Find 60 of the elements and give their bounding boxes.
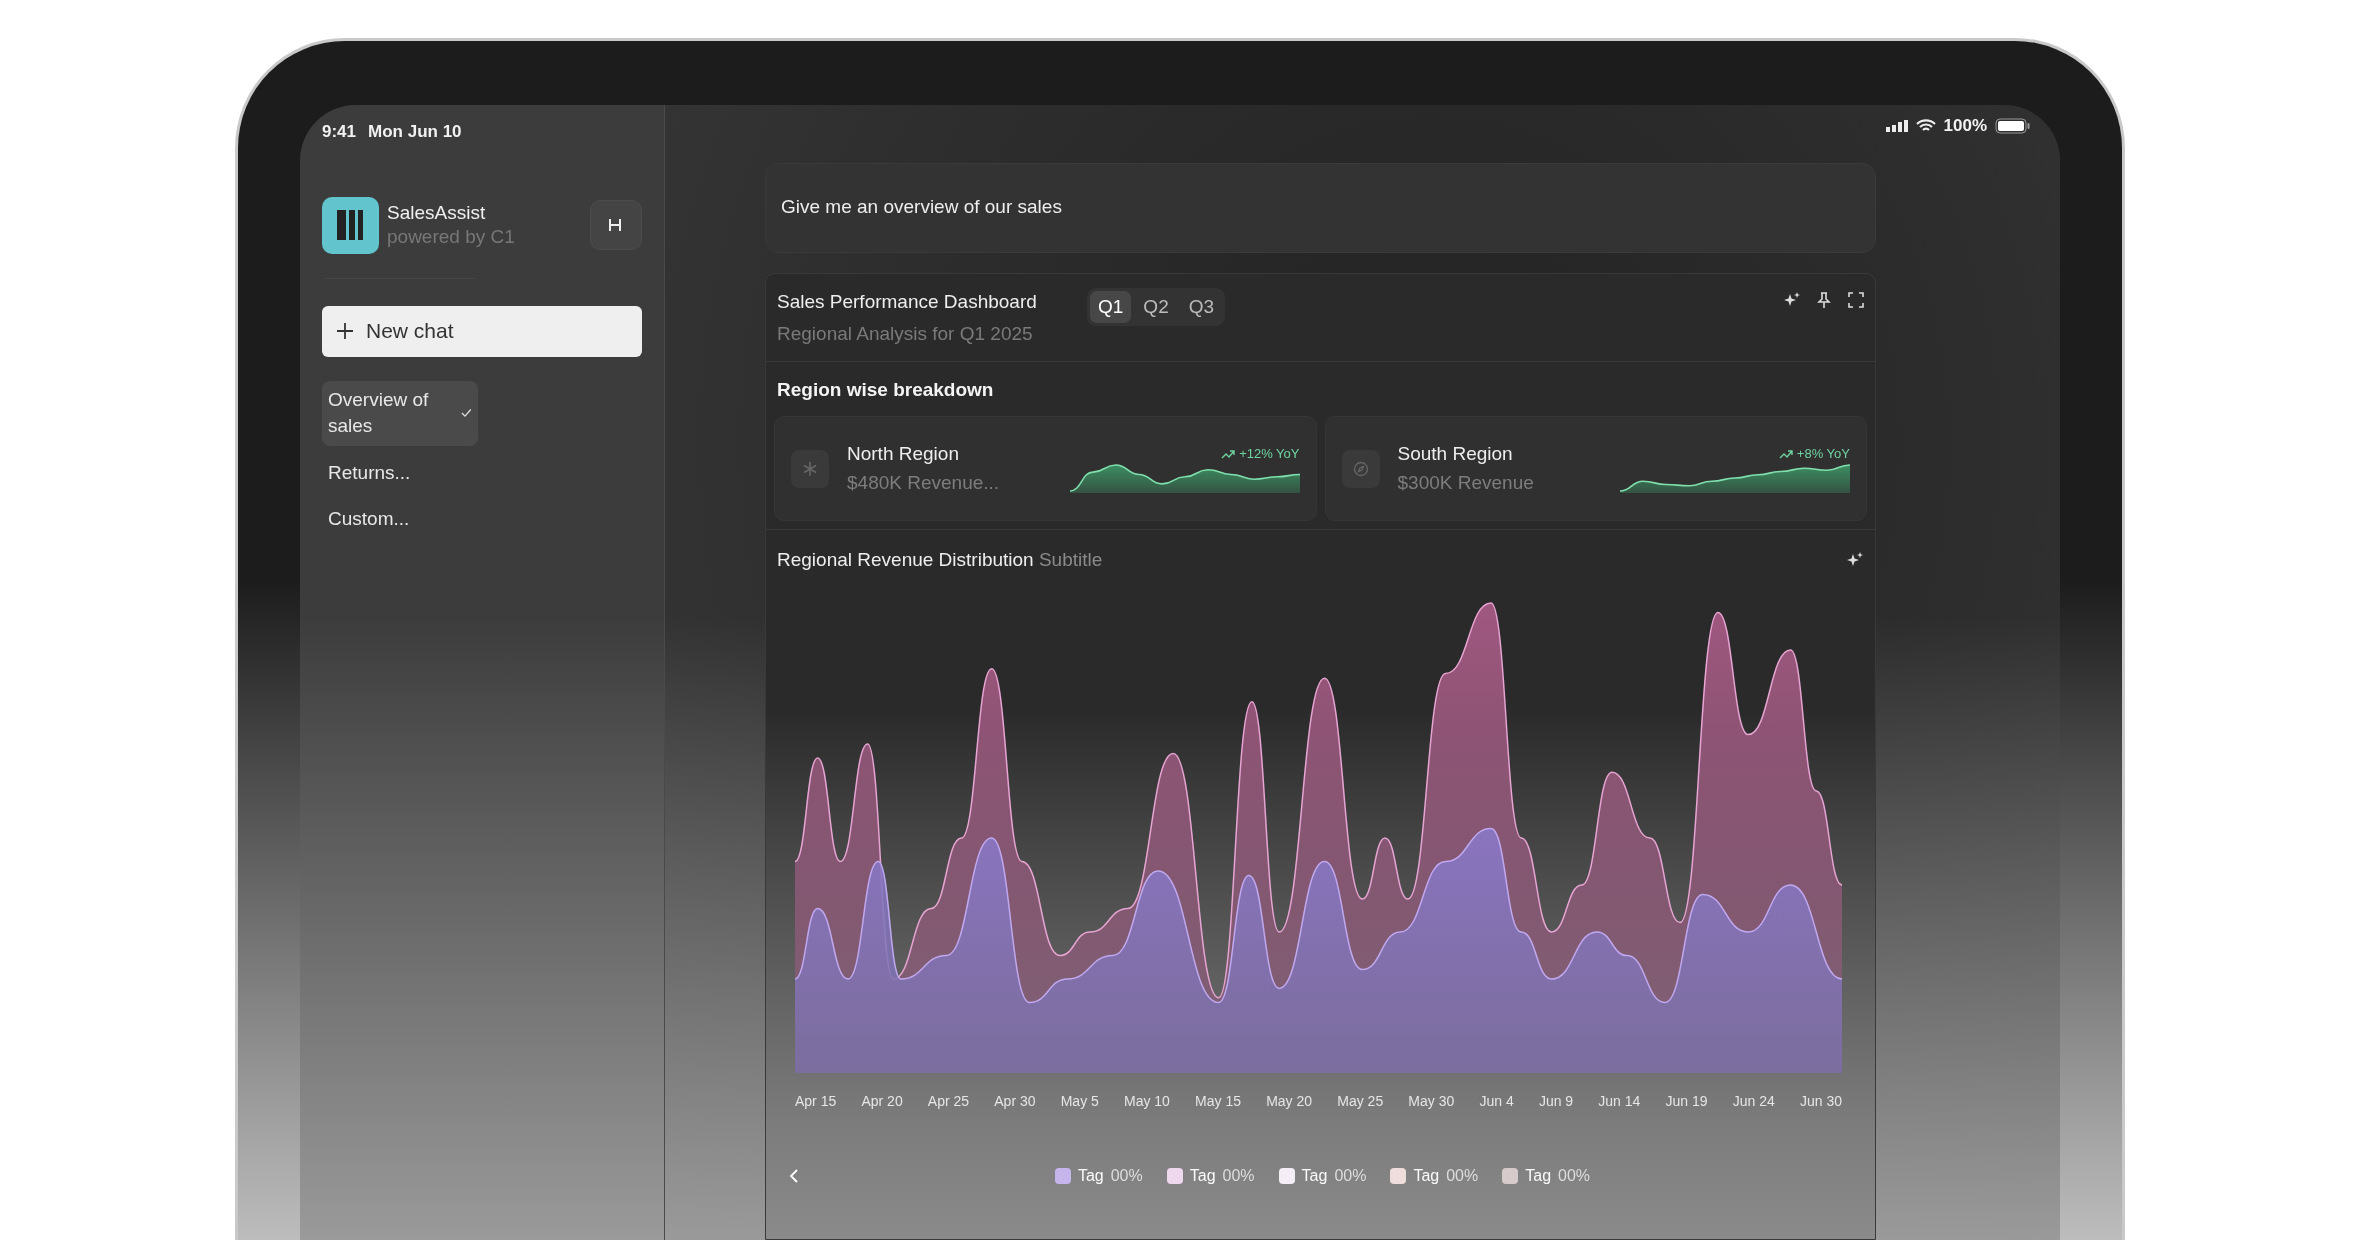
plus-icon xyxy=(336,322,354,340)
chat-item[interactable]: Returns... xyxy=(322,453,478,493)
legend-item: Tag 00% xyxy=(1054,1163,1143,1188)
axis-label: Apr 15 xyxy=(795,1091,837,1111)
status-time: 9:41 xyxy=(322,121,357,143)
chart-title: Regional Revenue Distribution Subtitle xyxy=(777,548,1103,572)
axis-label: May 5 xyxy=(1060,1091,1099,1111)
battery-percent: 100% xyxy=(1943,115,1987,137)
legend-item: Tag 00% xyxy=(1390,1163,1479,1188)
snowflake-icon xyxy=(802,460,818,477)
axis-label: Jun 14 xyxy=(1598,1091,1641,1111)
quarter-tab[interactable]: Q1 xyxy=(1090,290,1132,323)
axis-label: May 10 xyxy=(1124,1091,1170,1111)
legend-item: Tag 00% xyxy=(1278,1163,1367,1188)
battery-icon xyxy=(1995,117,2031,134)
legend-item: Tag 00% xyxy=(1502,1163,1591,1188)
sidebar-toggle-icon xyxy=(608,218,624,232)
legend-item: Tag 00% xyxy=(1166,1163,1255,1188)
axis-label: Apr 30 xyxy=(994,1091,1036,1111)
pin-icon[interactable] xyxy=(1816,291,1832,308)
sparkle-icon[interactable] xyxy=(1784,291,1800,308)
fullscreen-icon[interactable] xyxy=(1848,291,1864,308)
quarter-tab[interactable]: Q3 xyxy=(1180,290,1223,323)
region-name: South Region xyxy=(1397,442,1514,466)
dashboard-subtitle: Regional Analysis for Q1 2025 xyxy=(777,322,1034,346)
region-name: North Region xyxy=(847,442,960,466)
axis-label: Apr 25 xyxy=(927,1091,970,1111)
axis-label: May 15 xyxy=(1195,1091,1241,1111)
region-revenue: $480K Revenue... xyxy=(847,470,997,495)
chat-item[interactable]: Custom... xyxy=(322,500,478,539)
trend-up-icon xyxy=(1221,448,1236,459)
axis-label: Apr 20 xyxy=(861,1091,903,1111)
new-chat-button[interactable]: New chat xyxy=(322,305,642,357)
axis-label: Jun 9 xyxy=(1538,1091,1574,1111)
axis-label: Jun 24 xyxy=(1732,1091,1775,1111)
axis-label: May 20 xyxy=(1266,1091,1313,1111)
axis-label: Jun 4 xyxy=(1479,1091,1514,1111)
compass-icon xyxy=(1352,460,1369,477)
axis-label: May 25 xyxy=(1337,1091,1384,1111)
trend-label: +12% YoY xyxy=(1221,443,1300,464)
axis-label: Jun 30 xyxy=(1799,1091,1842,1111)
status-date: Mon Jun 10 xyxy=(368,121,462,143)
section-title: Region wise breakdown xyxy=(776,377,995,402)
axis-label: May 30 xyxy=(1408,1091,1455,1111)
axis-label: Jun 19 xyxy=(1665,1091,1708,1111)
app-name: SalesAssist xyxy=(387,201,487,225)
check-icon xyxy=(461,408,472,419)
app-subtitle: powered by C1 xyxy=(387,225,515,249)
trend-up-icon xyxy=(1778,448,1793,459)
region-revenue: $300K Revenue xyxy=(1397,470,1535,495)
dashboard-title: Sales Performance Dashboard xyxy=(777,289,1038,314)
user-message: Give me an overview of our sales xyxy=(765,162,1876,253)
quarter-tab[interactable]: Q2 xyxy=(1135,290,1177,323)
chat-item[interactable]: Overview of sales xyxy=(322,380,478,446)
chevron-left-icon[interactable] xyxy=(788,1167,800,1184)
collapse-sidebar-button[interactable] xyxy=(590,200,642,250)
app-logo xyxy=(322,196,379,254)
signal-icon xyxy=(1885,119,1908,132)
trend-label: +8% YoY xyxy=(1778,443,1850,464)
wifi-icon xyxy=(1915,118,1936,133)
